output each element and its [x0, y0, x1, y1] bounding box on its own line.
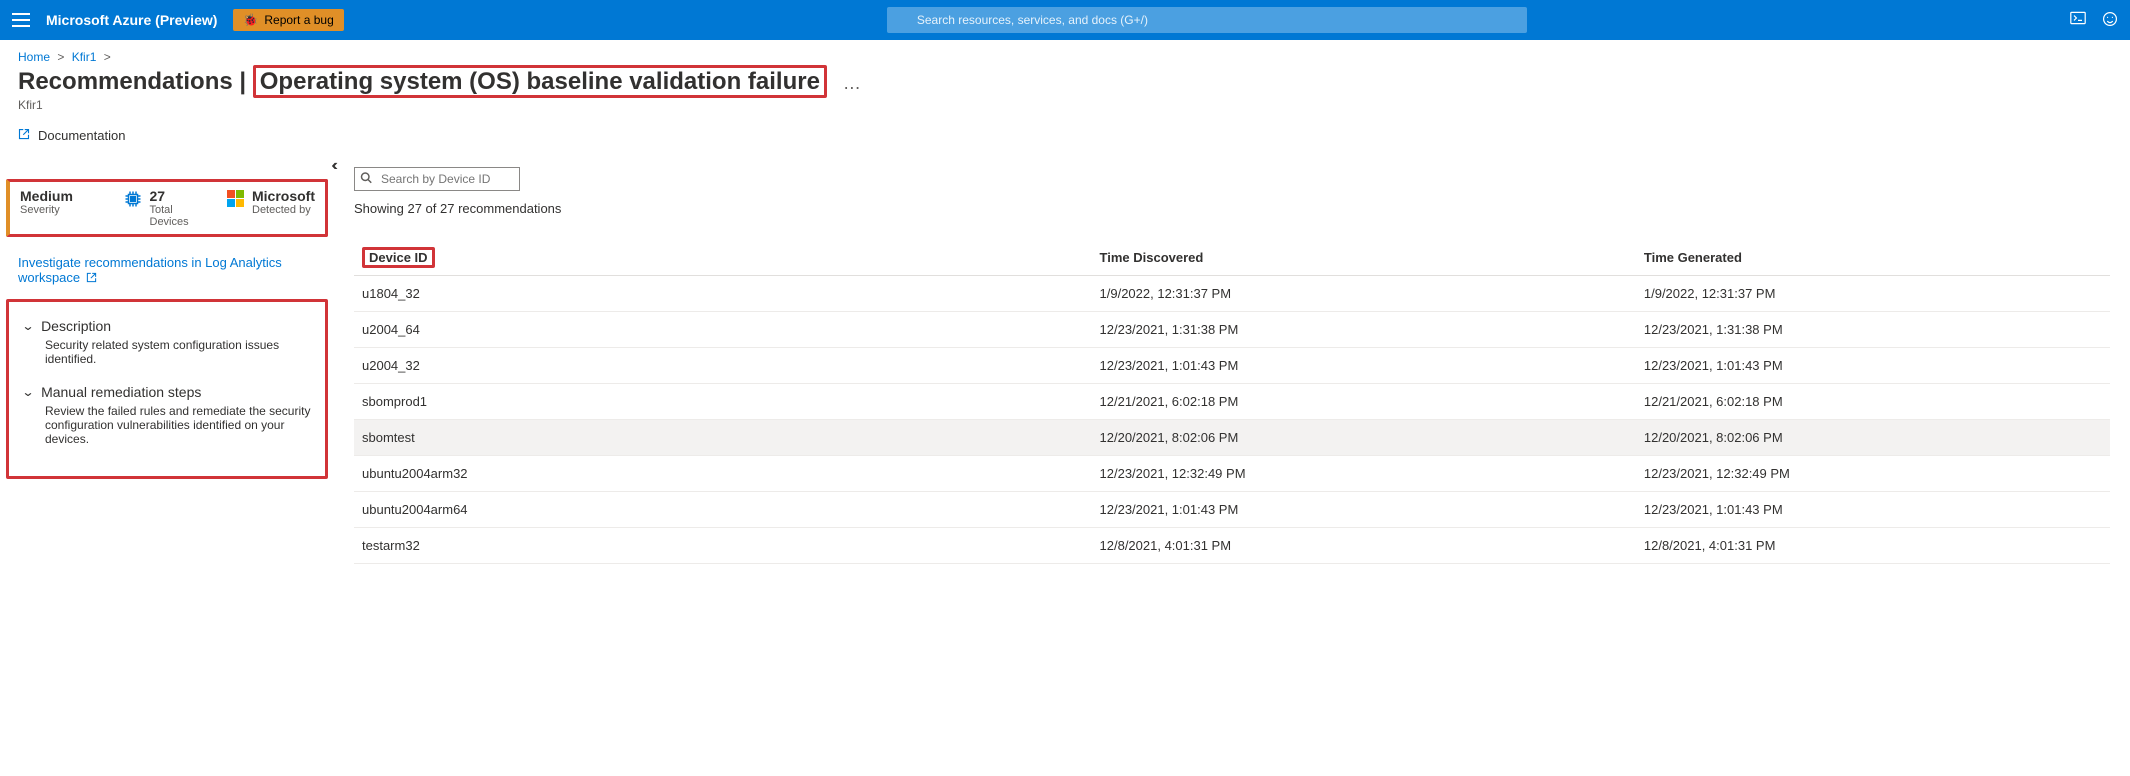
- documentation-label: Documentation: [38, 128, 125, 143]
- cloud-shell-icon[interactable]: [2070, 11, 2086, 30]
- breadcrumb-item[interactable]: Kfir1: [72, 50, 97, 64]
- cell-time-generated: 1/9/2022, 12:31:37 PM: [1636, 276, 2110, 312]
- remediation-header[interactable]: ⌄ Manual remediation steps: [23, 378, 311, 404]
- title-prefix: Recommendations |: [18, 68, 253, 95]
- device-search-input[interactable]: [354, 167, 520, 191]
- global-search-input[interactable]: [887, 7, 1527, 33]
- page-title: Recommendations | Operating system (OS) …: [18, 68, 827, 96]
- page-title-row: Recommendations | Operating system (OS) …: [0, 68, 2130, 96]
- cell-time-discovered: 12/23/2021, 1:31:38 PM: [1092, 312, 1636, 348]
- table-row[interactable]: u2004_6412/23/2021, 1:31:38 PM12/23/2021…: [354, 312, 2110, 348]
- recommendations-table: Device ID Time Discovered Time Generated…: [354, 244, 2110, 564]
- feedback-icon[interactable]: [2102, 11, 2118, 30]
- chevron-down-icon: ⌄: [21, 319, 34, 333]
- hamburger-icon[interactable]: [12, 13, 30, 27]
- cell-time-generated: 12/8/2021, 4:01:31 PM: [1636, 528, 2110, 564]
- cell-time-discovered: 12/8/2021, 4:01:31 PM: [1092, 528, 1636, 564]
- cell-device-id: sbomtest: [354, 420, 1092, 456]
- breadcrumb-sep: >: [104, 50, 111, 64]
- cell-time-generated: 12/23/2021, 1:31:38 PM: [1636, 312, 2110, 348]
- external-link-icon: [18, 128, 30, 143]
- metric-severity: Medium Severity: [10, 182, 114, 234]
- table-row[interactable]: ubuntu2004arm6412/23/2021, 1:01:43 PM12/…: [354, 492, 2110, 528]
- title-highlight: Operating system (OS) baseline validatio…: [253, 65, 827, 98]
- breadcrumb-sep: >: [57, 50, 64, 64]
- cell-time-discovered: 12/23/2021, 12:32:49 PM: [1092, 456, 1636, 492]
- col-time-discovered[interactable]: Time Discovered: [1092, 244, 1636, 276]
- global-search-wrap: [360, 7, 2054, 33]
- table-row[interactable]: sbomprod112/21/2021, 6:02:18 PM12/21/202…: [354, 384, 2110, 420]
- detected-value: Microsoft: [252, 188, 315, 204]
- collapse-panel-icon[interactable]: ‹‹: [331, 157, 334, 175]
- info-box: ⌄ Description Security related system co…: [6, 299, 328, 479]
- device-search-wrap: [354, 167, 2110, 191]
- table-row[interactable]: sbomtest12/20/2021, 8:02:06 PM12/20/2021…: [354, 420, 2110, 456]
- cell-device-id: ubuntu2004arm64: [354, 492, 1092, 528]
- investigate-link-label: Investigate recommendations in Log Analy…: [18, 255, 282, 285]
- cell-device-id: sbomprod1: [354, 384, 1092, 420]
- cell-device-id: u2004_64: [354, 312, 1092, 348]
- detected-label: Detected by: [252, 204, 315, 216]
- devices-value: 27: [150, 188, 208, 204]
- page-subtitle: Kfir1: [0, 96, 2130, 124]
- breadcrumb: Home > Kfir1 >: [0, 40, 2130, 68]
- cell-time-generated: 12/23/2021, 12:32:49 PM: [1636, 456, 2110, 492]
- remediation-body: Review the failed rules and remediate th…: [23, 404, 311, 458]
- report-bug-label: Report a bug: [264, 13, 333, 27]
- topbar-right-icons: [2070, 11, 2118, 30]
- cell-time-generated: 12/23/2021, 1:01:43 PM: [1636, 492, 2110, 528]
- cell-time-generated: 12/21/2021, 6:02:18 PM: [1636, 384, 2110, 420]
- chip-icon: [124, 190, 142, 208]
- metric-detected-by: Microsoft Detected by: [217, 182, 325, 234]
- remediation-title: Manual remediation steps: [41, 384, 201, 400]
- cell-time-discovered: 1/9/2022, 12:31:37 PM: [1092, 276, 1636, 312]
- table-row[interactable]: u1804_321/9/2022, 12:31:37 PM1/9/2022, 1…: [354, 276, 2110, 312]
- severity-label: Severity: [20, 204, 73, 216]
- cell-time-generated: 12/20/2021, 8:02:06 PM: [1636, 420, 2110, 456]
- cell-device-id: ubuntu2004arm32: [354, 456, 1092, 492]
- cell-device-id: u1804_32: [354, 276, 1092, 312]
- microsoft-logo-icon: [227, 190, 244, 207]
- azure-topbar: Microsoft Azure (Preview) 🐞 Report a bug: [0, 0, 2130, 40]
- description-title: Description: [41, 318, 111, 334]
- left-panel: ‹‹ Medium Severity 27 Total Devices: [0, 161, 338, 564]
- cell-time-generated: 12/23/2021, 1:01:43 PM: [1636, 348, 2110, 384]
- cell-time-discovered: 12/21/2021, 6:02:18 PM: [1092, 384, 1636, 420]
- cell-time-discovered: 12/23/2021, 1:01:43 PM: [1092, 492, 1636, 528]
- title-more-button[interactable]: …: [835, 73, 861, 94]
- table-row[interactable]: ubuntu2004arm3212/23/2021, 12:32:49 PM12…: [354, 456, 2110, 492]
- severity-value: Medium: [20, 188, 73, 204]
- right-panel: Showing 27 of 27 recommendations Device …: [338, 161, 2126, 564]
- metric-total-devices: 27 Total Devices: [114, 182, 218, 234]
- metrics-row: Medium Severity 27 Total Devices Microso…: [6, 179, 328, 237]
- devices-label: Total Devices: [150, 204, 208, 228]
- chevron-down-icon: ⌄: [21, 385, 34, 399]
- cell-time-discovered: 12/20/2021, 8:02:06 PM: [1092, 420, 1636, 456]
- col-device-id-label: Device ID: [362, 247, 435, 268]
- search-icon: [360, 172, 372, 187]
- cell-device-id: u2004_32: [354, 348, 1092, 384]
- investigate-link-row: Investigate recommendations in Log Analy…: [2, 249, 328, 299]
- showing-count: Showing 27 of 27 recommendations: [354, 201, 2110, 216]
- col-time-generated[interactable]: Time Generated: [1636, 244, 2110, 276]
- col-device-id[interactable]: Device ID: [354, 244, 1092, 276]
- description-header[interactable]: ⌄ Description: [23, 312, 311, 338]
- cell-time-discovered: 12/23/2021, 1:01:43 PM: [1092, 348, 1636, 384]
- table-row[interactable]: u2004_3212/23/2021, 1:01:43 PM12/23/2021…: [354, 348, 2110, 384]
- investigate-link[interactable]: Investigate recommendations in Log Analy…: [18, 255, 282, 285]
- documentation-link[interactable]: Documentation: [0, 124, 2130, 161]
- report-bug-button[interactable]: 🐞 Report a bug: [233, 9, 343, 31]
- description-body: Security related system configuration is…: [23, 338, 311, 378]
- brand-label[interactable]: Microsoft Azure (Preview): [46, 12, 217, 28]
- cell-device-id: testarm32: [354, 528, 1092, 564]
- table-row[interactable]: testarm3212/8/2021, 4:01:31 PM12/8/2021,…: [354, 528, 2110, 564]
- main-split: ‹‹ Medium Severity 27 Total Devices: [0, 161, 2130, 564]
- bug-icon: 🐞: [243, 13, 258, 27]
- breadcrumb-home[interactable]: Home: [18, 50, 50, 64]
